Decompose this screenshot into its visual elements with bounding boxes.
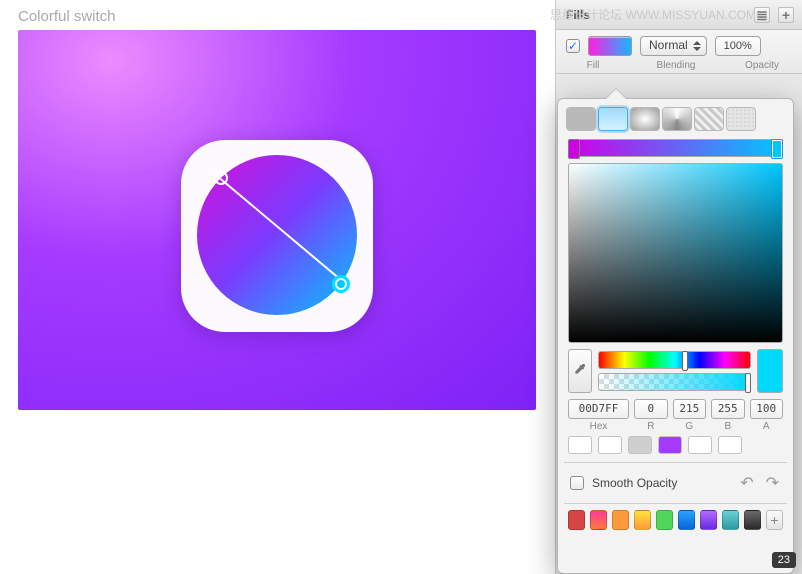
fill-tab-pattern[interactable] xyxy=(694,107,724,131)
page-counter: 23 xyxy=(772,552,796,568)
alpha-thumb[interactable] xyxy=(745,373,751,393)
palette-swatch[interactable] xyxy=(744,510,761,530)
smooth-opacity-label: Smooth Opacity xyxy=(592,476,730,490)
recent-swatch[interactable] xyxy=(598,436,622,454)
canvas-area: Colorful switch xyxy=(0,0,557,574)
hex-input[interactable]: 00D7FF xyxy=(568,399,629,419)
a-input[interactable]: 100 xyxy=(750,399,783,419)
watermark: 思缘设计论坛 WWW.MISSYUAN.COM xyxy=(550,6,756,23)
fill-row-labels: Fill Blending Opacity xyxy=(556,60,802,71)
artboard-title: Colorful switch xyxy=(18,8,116,25)
fill-color-swatch[interactable] xyxy=(588,36,632,56)
eyedropper-icon xyxy=(573,362,587,376)
redo-icon[interactable]: ↷ xyxy=(764,473,781,493)
alpha-slider[interactable] xyxy=(598,373,751,391)
hue-thumb[interactable] xyxy=(682,351,688,371)
recent-swatch[interactable] xyxy=(628,436,652,454)
gradient-stop-1[interactable] xyxy=(771,139,783,159)
eyedropper-button[interactable] xyxy=(568,349,592,393)
palette-swatch[interactable] xyxy=(722,510,739,530)
gradient-handle-start[interactable] xyxy=(214,171,228,185)
recent-swatch[interactable] xyxy=(718,436,742,454)
fill-tab-linear[interactable] xyxy=(598,107,628,131)
artboard[interactable] xyxy=(18,30,536,410)
g-input[interactable]: 215 xyxy=(673,399,706,419)
fill-opacity-input[interactable]: 100% xyxy=(715,36,761,56)
add-palette-swatch[interactable]: + xyxy=(766,510,783,530)
recent-swatch[interactable] xyxy=(658,436,682,454)
palette-swatch[interactable] xyxy=(678,510,695,530)
fill-tab-solid[interactable] xyxy=(566,107,596,131)
fills-options-icon[interactable]: ≣ xyxy=(754,7,770,23)
gradient-handle-end[interactable] xyxy=(332,275,350,293)
recent-swatch[interactable] xyxy=(568,436,592,454)
palette-swatch[interactable] xyxy=(612,510,629,530)
smooth-opacity-checkbox[interactable] xyxy=(570,476,584,490)
color-popover: 00D7FF 0 215 255 100 Hex R G B A Smooth … xyxy=(557,98,794,574)
r-input[interactable]: 0 xyxy=(634,399,667,419)
fill-enabled-checkbox[interactable]: ✓ xyxy=(566,39,580,53)
gradient-stop-0[interactable] xyxy=(568,139,580,159)
global-palette: + xyxy=(558,504,793,536)
value-labels: Hex R G B A xyxy=(568,421,783,432)
fill-type-tabs xyxy=(558,99,793,137)
b-input[interactable]: 255 xyxy=(711,399,744,419)
palette-swatch[interactable] xyxy=(634,510,651,530)
fill-tab-radial[interactable] xyxy=(630,107,660,131)
fill-tab-noise[interactable] xyxy=(726,107,756,131)
palette-swatch[interactable] xyxy=(700,510,717,530)
saturation-picker[interactable] xyxy=(568,163,783,343)
palette-swatch[interactable] xyxy=(590,510,607,530)
palette-swatch[interactable] xyxy=(568,510,585,530)
recent-swatch[interactable] xyxy=(688,436,712,454)
fill-row: ✓ Normal 100% Fill Blending Opacity xyxy=(556,30,802,74)
add-fill-button[interactable]: + xyxy=(778,7,794,23)
recent-colors xyxy=(568,436,783,454)
blend-mode-select[interactable]: Normal xyxy=(640,36,707,56)
current-color-swatch xyxy=(757,349,783,393)
undo-icon[interactable]: ↶ xyxy=(738,473,755,493)
fill-tab-angular[interactable] xyxy=(662,107,692,131)
hue-slider[interactable] xyxy=(598,351,751,369)
palette-swatch[interactable] xyxy=(656,510,673,530)
gradient-bar[interactable] xyxy=(568,139,783,157)
